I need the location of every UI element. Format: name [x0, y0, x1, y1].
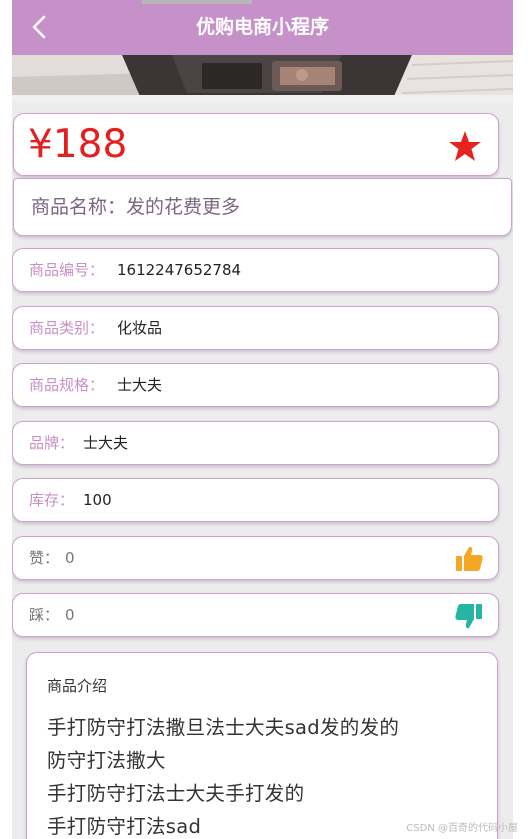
- dislike-row: 踩： 0: [12, 593, 499, 637]
- field-value: 1612247652784: [117, 261, 242, 279]
- field-row-number: 商品编号： 1612247652784: [12, 248, 499, 292]
- product-price: ¥188: [28, 122, 128, 167]
- dislike-button[interactable]: [455, 602, 483, 630]
- field-label: 库存：: [29, 491, 75, 509]
- favorite-button[interactable]: [448, 130, 482, 162]
- field-value: 化妆品: [117, 319, 163, 337]
- price-card: ¥188: [13, 113, 499, 176]
- field-row-category: 商品类别： 化妆品: [12, 306, 499, 350]
- field-value: 士大夫: [117, 376, 163, 394]
- watermark: CSDN @百奇的代码小屋: [406, 823, 518, 834]
- like-button[interactable]: [455, 545, 483, 573]
- field-label: 商品规格：: [29, 376, 105, 394]
- field-row-brand: 品牌： 士大夫: [12, 421, 499, 465]
- page-title: 优购电商小程序: [195, 16, 329, 38]
- field-label: 商品类别：: [29, 319, 105, 337]
- star-icon: [449, 131, 481, 161]
- thumbs-down-icon: [455, 604, 482, 629]
- nav-bar: 优购电商小程序: [12, 0, 513, 55]
- field-value: 100: [83, 491, 112, 509]
- field-label: 品牌：: [29, 434, 75, 452]
- intro-line: 防守打法撒大: [47, 749, 166, 772]
- thumbs-up-icon: [456, 546, 483, 571]
- field-row-stock: 库存： 100: [12, 478, 499, 522]
- like-row: 赞： 0: [12, 536, 499, 580]
- dislike-count: 0: [65, 606, 75, 624]
- field-value: 士大夫: [83, 434, 129, 452]
- product-name: 商品名称：发的花费更多: [31, 196, 241, 218]
- like-count: 0: [65, 549, 75, 567]
- intro-line: 手打防守打法撒旦法士大夫sad发的发的: [47, 716, 400, 739]
- intro-line: 手打防守打法sad: [47, 815, 202, 838]
- intro-title: 商品介绍: [47, 677, 108, 695]
- intro-line: 手打防守打法士大夫手打发的: [47, 782, 305, 805]
- field-row-spec: 商品规格： 士大夫: [12, 363, 499, 407]
- dislike-label: 踩：: [29, 606, 60, 624]
- product-image[interactable]: [12, 55, 513, 101]
- product-name-card: 商品名称：发的花费更多: [13, 178, 512, 236]
- like-label: 赞：: [29, 549, 60, 567]
- phone-screen: 优购电商小程序 ¥188 商品名称：发的花费更多 商品编号： 161224765…: [12, 0, 513, 839]
- intro-card: 商品介绍 手打防守打法撒旦法士大夫sad发的发的 防守打法撒大 手打防守打法士大…: [26, 652, 498, 839]
- field-label: 商品编号：: [29, 261, 105, 279]
